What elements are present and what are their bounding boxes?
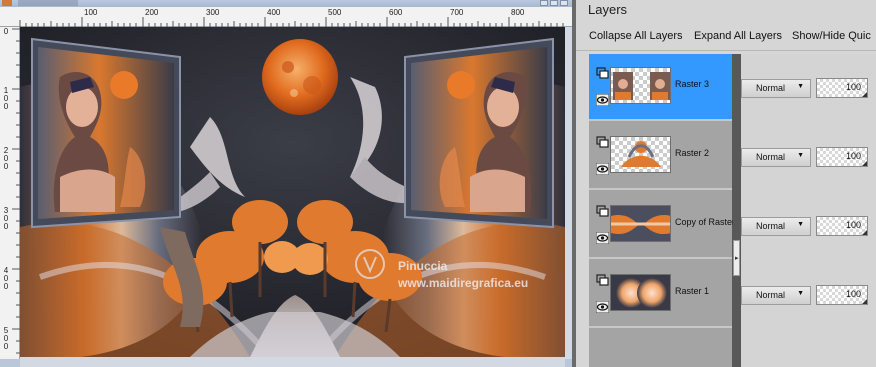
watermark-url: www.maidiregrafica.eu <box>398 276 529 290</box>
close-button[interactable] <box>560 0 568 6</box>
opacity-field[interactable]: 100 <box>816 216 868 236</box>
left-frame-panel <box>31 37 181 229</box>
eye-icon[interactable] <box>596 301 609 313</box>
ruler-label: 500 <box>328 8 342 17</box>
ruler-label: 100 <box>84 8 98 17</box>
layer-group-icon[interactable] <box>596 136 609 148</box>
layer-properties-column <box>741 54 876 367</box>
ruler-label: 800 <box>511 8 525 17</box>
resize-corner-icon <box>862 92 867 97</box>
collapse-all-layers-button[interactable]: Collapse All Layers <box>589 30 683 42</box>
blend-mode-value: Normal <box>756 221 786 231</box>
layer-name[interactable]: Raster 3 <box>675 79 733 89</box>
ruler-label: 400 <box>267 8 281 17</box>
layer-row[interactable]: Copy of Raster <box>589 192 733 259</box>
layer-thumbnail <box>610 67 671 104</box>
layer-thumbnail <box>610 136 671 173</box>
moon-graphic <box>262 39 338 115</box>
palette-title: Layers <box>588 2 628 17</box>
eye-icon[interactable] <box>596 94 609 106</box>
ruler-label: 5 0 0 <box>3 326 9 351</box>
ruler-label: 3 0 0 <box>3 206 9 231</box>
dropdown-arrow-icon: ▼ <box>797 290 804 297</box>
layer-row[interactable]: Raster 2 <box>589 123 732 190</box>
layer-name[interactable]: Copy of Raster <box>675 217 733 227</box>
layer-row[interactable]: Raster 1 <box>589 261 732 328</box>
window-titlebar[interactable] <box>0 0 572 7</box>
layers-toolbar: Collapse All Layers Expand All Layers Sh… <box>576 26 876 51</box>
opacity-field[interactable]: 100 <box>816 285 868 305</box>
image-window: 100 200 300 400 500 600 700 800 0 1 0 0 … <box>0 0 572 367</box>
horizontal-ruler: 100 200 300 400 500 600 700 800 <box>0 7 572 27</box>
layer-thumbnail <box>610 274 671 311</box>
layer-name[interactable]: Raster 1 <box>675 286 733 296</box>
watermark-title: Pinuccia <box>398 259 448 273</box>
ruler-label: 0 <box>3 27 9 36</box>
vertical-scrollbar[interactable] <box>565 27 572 359</box>
resize-corner-icon <box>862 230 867 235</box>
ruler-label: 700 <box>450 8 464 17</box>
blend-mode-value: Normal <box>756 83 786 93</box>
opacity-value: 100 <box>845 220 861 230</box>
opacity-value: 100 <box>845 151 861 161</box>
layer-thumbnail <box>610 205 671 242</box>
show-hide-quick-button[interactable]: Show/Hide Quic <box>792 30 871 42</box>
minimize-button[interactable] <box>540 0 548 6</box>
opacity-field[interactable]: 100 <box>816 78 868 98</box>
opacity-value: 100 <box>845 289 861 299</box>
horizontal-scrollbar[interactable] <box>20 357 565 367</box>
ruler-label: 2 0 0 <box>3 146 9 171</box>
resize-corner-icon <box>862 161 867 166</box>
vertical-ruler: 0 1 0 0 2 0 0 3 0 0 4 0 0 5 0 0 <box>0 27 20 359</box>
blend-mode-dropdown[interactable]: Normal ▼ <box>741 217 811 236</box>
opacity-value: 100 <box>845 82 861 92</box>
blend-mode-dropdown[interactable]: Normal ▼ <box>741 148 811 167</box>
ruler-label: 4 0 0 <box>3 266 9 291</box>
dropdown-arrow-icon: ▼ <box>797 83 804 90</box>
right-frame-panel <box>404 37 554 229</box>
image-file-icon <box>2 0 12 6</box>
resize-corner-icon <box>862 299 867 304</box>
eye-icon[interactable] <box>596 163 609 175</box>
blend-mode-value: Normal <box>756 290 786 300</box>
opacity-field[interactable]: 100 <box>816 147 868 167</box>
layer-group-icon[interactable] <box>596 274 609 286</box>
ruler-label: 300 <box>206 8 220 17</box>
blend-mode-dropdown[interactable]: Normal ▼ <box>741 79 811 98</box>
dropdown-arrow-icon: ▼ <box>797 152 804 159</box>
layer-group-icon[interactable] <box>596 67 609 79</box>
blend-mode-value: Normal <box>756 152 786 162</box>
window-title <box>18 0 78 6</box>
layer-list-divider[interactable] <box>732 54 741 367</box>
layer-name[interactable]: Raster 2 <box>675 148 733 158</box>
dropdown-arrow-icon: ▼ <box>797 221 804 228</box>
layer-row[interactable]: Raster 3 <box>589 54 732 121</box>
maximize-button[interactable] <box>550 0 558 6</box>
blend-mode-dropdown[interactable]: Normal ▼ <box>741 286 811 305</box>
ruler-label: 1 0 0 <box>3 86 9 111</box>
ruler-label: 200 <box>145 8 159 17</box>
image-canvas[interactable]: Pinuccia www.maidiregrafica.eu <box>20 27 565 357</box>
chevron-right-icon: ▸ <box>735 255 739 262</box>
palette-collapse-handle[interactable]: ▸ <box>733 240 740 276</box>
expand-all-layers-button[interactable]: Expand All Layers <box>694 30 782 42</box>
ruler-label: 600 <box>389 8 403 17</box>
eye-icon[interactable] <box>596 232 609 244</box>
layer-group-icon[interactable] <box>596 205 609 217</box>
